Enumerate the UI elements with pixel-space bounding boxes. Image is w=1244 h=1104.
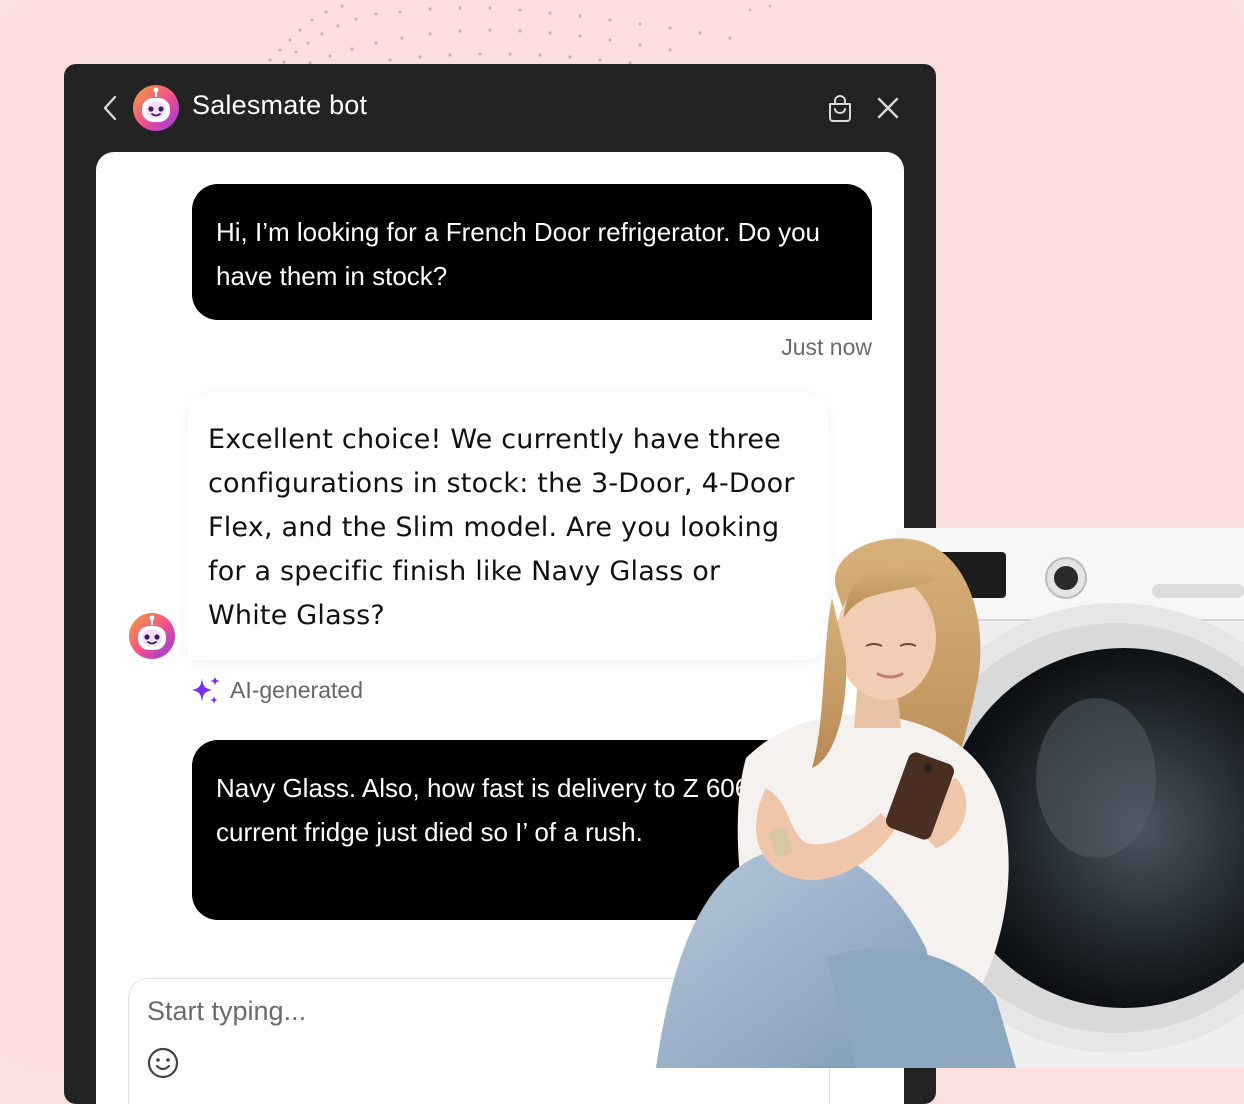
chevron-left-icon [103, 95, 117, 121]
message-timestamp: Just now [781, 334, 872, 360]
shopping-bag-button[interactable] [824, 90, 856, 126]
user-message-bubble: Hi, I’m looking for a French Door refrig… [192, 184, 872, 320]
woman-with-phone-photo [656, 528, 1244, 1068]
emoji-icon[interactable] [145, 1045, 181, 1081]
close-button[interactable] [872, 92, 904, 124]
ai-generated-tag: AI-generated [190, 674, 363, 706]
bot-avatar-icon [129, 613, 175, 659]
sparkle-icon [192, 676, 220, 704]
chat-header: Salesmate bot [64, 64, 936, 152]
close-icon [877, 97, 899, 119]
back-button[interactable] [96, 92, 124, 124]
bot-name-title: Salesmate bot [192, 90, 368, 120]
bot-avatar-icon [133, 85, 179, 131]
ai-generated-label: AI-generated [230, 676, 363, 703]
shopping-bag-icon [829, 95, 851, 122]
dotted-wave-decoration [268, 4, 772, 65]
